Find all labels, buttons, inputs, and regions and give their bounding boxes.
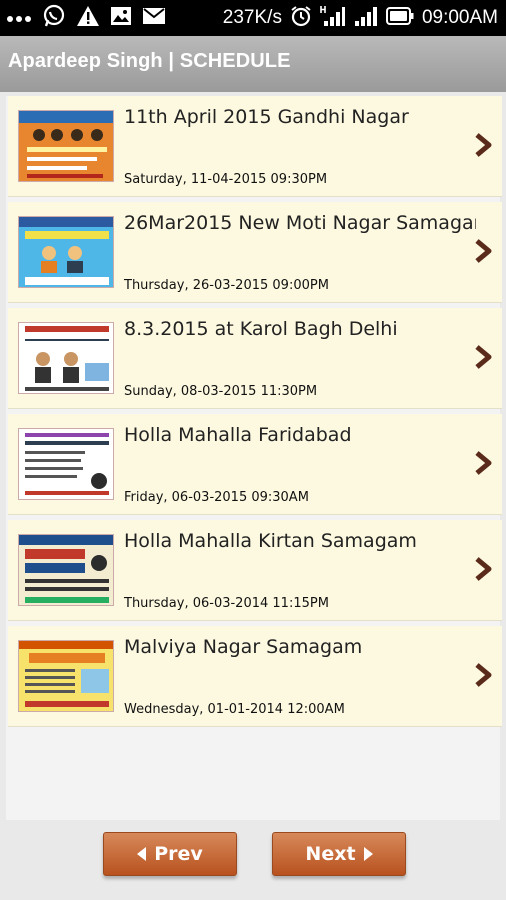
network-speed: 237K/s (222, 7, 282, 28)
event-title: 8.3.2015 at Karol Bagh Delhi (124, 318, 398, 340)
event-thumbnail (18, 428, 114, 500)
next-label: Next (305, 843, 356, 865)
notification-icons (6, 0, 166, 36)
hplus-signal-icon (320, 5, 346, 31)
event-datetime: Sunday, 08-03-2015 11:30PM (124, 384, 318, 399)
event-thumbnail (18, 534, 114, 606)
arrow-left-icon (137, 847, 147, 861)
event-datetime: Saturday, 11-04-2015 09:30PM (124, 172, 328, 187)
list-item[interactable]: Malviya Nagar Samagam Wednesday, 01-01-2… (8, 626, 502, 727)
whatsapp-icon (42, 4, 66, 32)
signal-icon (354, 5, 378, 31)
mail-icon (142, 7, 166, 29)
overflow-dots-icon (6, 9, 32, 28)
event-thumbnail (18, 322, 114, 394)
prev-button[interactable]: Prev (103, 832, 237, 876)
arrow-right-icon (363, 847, 373, 861)
chevron-right-icon[interactable] (472, 662, 494, 688)
warning-icon (76, 5, 100, 31)
page-title: Apardeep Singh | SCHEDULE (8, 50, 291, 72)
app-title-bar: Apardeep Singh | SCHEDULE (0, 36, 506, 92)
event-title: Holla Mahalla Faridabad (124, 424, 352, 446)
event-title: Holla Mahalla Kirtan Samagam (124, 530, 417, 552)
prev-label: Prev (154, 843, 203, 865)
chevron-right-icon[interactable] (472, 238, 494, 264)
image-icon (110, 6, 132, 30)
system-icons: 237K/s 09:00AM (223, 0, 498, 36)
chevron-right-icon[interactable] (472, 556, 494, 582)
list-item[interactable]: Holla Mahalla Faridabad Friday, 06-03-20… (8, 414, 502, 515)
event-datetime: Thursday, 06-03-2014 11:15PM (124, 596, 329, 611)
list-item[interactable]: Holla Mahalla Kirtan Samagam Thursday, 0… (8, 520, 502, 621)
event-datetime: Friday, 06-03-2015 09:30AM (124, 490, 309, 505)
list-item[interactable]: 11th April 2015 Gandhi Nagar Saturday, 1… (8, 96, 502, 197)
event-title: Malviya Nagar Samagam (124, 636, 363, 658)
status-bar: 237K/s 09:00AM (0, 0, 506, 36)
event-datetime: Wednesday, 01-01-2014 12:00AM (124, 702, 345, 717)
event-thumbnail (18, 640, 114, 712)
list-item[interactable]: 26Mar2015 New Moti Nagar Samagam Thursda… (8, 202, 502, 303)
alarm-icon (290, 5, 312, 31)
schedule-list[interactable]: 11th April 2015 Gandhi Nagar Saturday, 1… (6, 96, 502, 820)
chevron-right-icon[interactable] (472, 344, 494, 370)
list-item[interactable]: 8.3.2015 at Karol Bagh Delhi Sunday, 08-… (8, 308, 502, 409)
clock: 09:00AM (421, 7, 498, 28)
event-title: 26Mar2015 New Moti Nagar Samagam (124, 212, 476, 234)
event-thumbnail (18, 110, 114, 182)
next-button[interactable]: Next (272, 832, 406, 876)
battery-icon (385, 7, 414, 29)
event-datetime: Thursday, 26-03-2015 09:00PM (124, 278, 329, 293)
chevron-right-icon[interactable] (472, 450, 494, 476)
event-thumbnail (18, 216, 114, 288)
chevron-right-icon[interactable] (472, 132, 494, 158)
event-title: 11th April 2015 Gandhi Nagar (124, 106, 409, 128)
